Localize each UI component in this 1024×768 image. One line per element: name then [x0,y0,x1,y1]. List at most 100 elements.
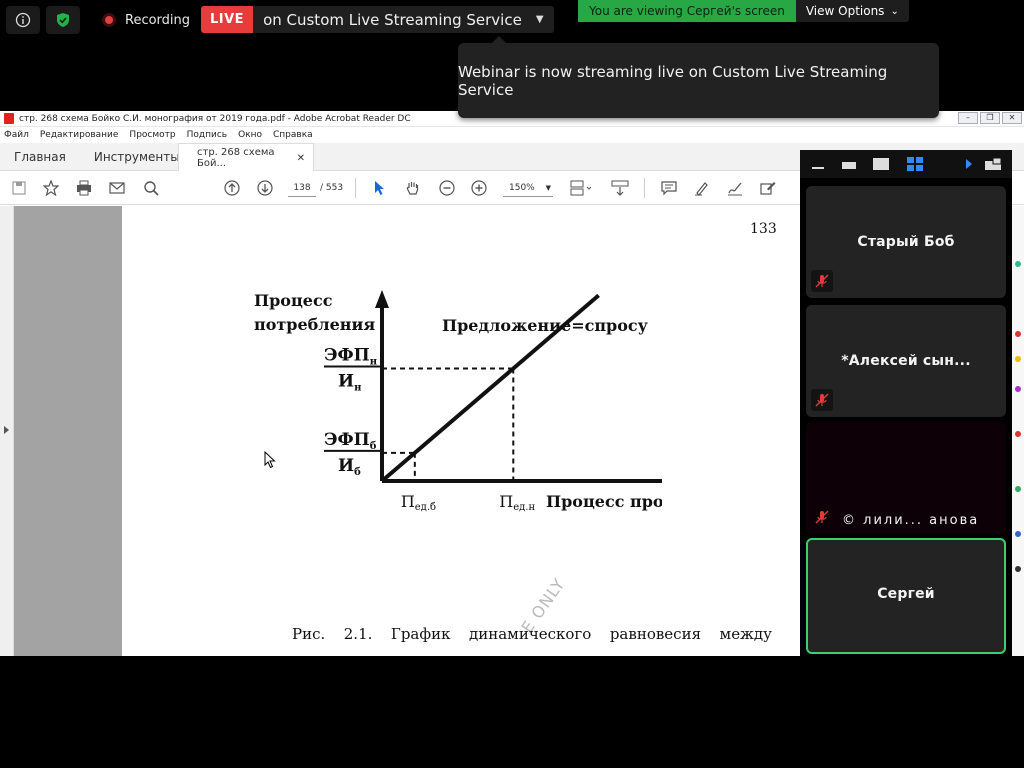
select-cursor-icon[interactable] [371,179,389,197]
chevron-down-icon: ▼ [545,183,551,192]
speaker-view-icon[interactable] [873,157,889,171]
participant-name: *Алексей сын... [841,353,971,369]
save-icon[interactable] [10,179,28,197]
participants-panel: Старый Боб *Алексей сын... © лили... ано… [800,150,1012,656]
bookmark-star-icon[interactable] [42,179,60,197]
window-controls: – ❐ ✕ [958,112,1022,124]
caption-word: динамического [468,625,592,643]
streaming-notification: Webinar is now streaming live on Custom … [458,36,939,118]
email-icon[interactable] [108,179,126,197]
play-arrow-icon[interactable] [965,157,973,171]
recording-indicator[interactable]: Recording [96,6,190,34]
page-down-icon[interactable] [256,179,274,197]
x-tick-label: Пед.н [499,492,535,513]
tool-dot-icon[interactable] [1015,331,1021,337]
tool-dot-icon[interactable] [1015,531,1021,537]
menu-window[interactable]: Окно [238,130,262,140]
gallery-view-icon[interactable] [907,157,923,171]
caption-word: между [719,625,772,643]
tab-document[interactable]: стр. 268 схема Бой... ✕ [178,143,314,172]
tool-dot-icon[interactable] [1015,356,1021,362]
menu-file[interactable]: Файл [4,130,29,140]
zoom-level-select[interactable]: 150% ▼ [503,179,553,197]
y-axis-title-line: потребления [254,315,375,334]
meeting-info-button[interactable] [6,6,40,34]
menu-edit[interactable]: Редактирование [40,130,119,140]
page-layout-icon[interactable] [568,179,596,197]
close-window-button[interactable]: ✕ [1002,112,1022,124]
page-number-text: 133 [750,221,777,237]
hand-tool-icon[interactable] [404,179,422,197]
live-stream-label: on Custom Live Streaming Service [263,10,522,29]
toolbar-divider [355,178,356,198]
participant-name: Сергей [877,586,935,602]
shield-check-icon [57,13,69,27]
record-dot-icon [102,13,116,27]
tab-tools[interactable]: Инструменты [80,143,194,171]
expand-arrow-icon [4,426,9,434]
muted-mic-icon [811,389,833,411]
participant-tile[interactable]: Старый Боб [806,186,1006,298]
pdf-icon [4,113,14,124]
fill-sign-icon[interactable] [759,179,777,197]
tool-dot-icon[interactable] [1015,486,1021,492]
highlight-pen-icon[interactable] [693,179,711,197]
equilibrium-chart: Пед.б ЭФПб Иб Пед.н ЭФПн Ин Процесс потребления… [254,290,662,513]
tool-dot-icon[interactable] [1015,566,1021,572]
y-axis-arrow [375,290,389,308]
scroll-mode-icon[interactable] [611,179,629,197]
sign-icon[interactable] [726,179,744,197]
page-up-icon[interactable] [223,179,241,197]
tool-dot-icon[interactable] [1015,261,1021,267]
document-tab-label: стр. 268 схема Бой... [197,147,275,169]
mouse-cursor-icon [264,451,276,469]
participant-name: Старый Боб [857,234,955,250]
menu-help[interactable]: Справка [273,130,313,140]
minimize-button[interactable]: – [958,112,978,124]
view-options-label: View Options [805,4,885,18]
zoom-in-icon[interactable] [470,179,488,197]
pop-out-icon[interactable] [985,157,1001,171]
page-total-label: / 553 [320,183,344,193]
figure-caption: Рис. 2.1. График динамического равновеси… [292,625,772,643]
x-axis-title: Процесс производства [546,492,662,511]
encryption-button[interactable] [46,6,80,34]
acrobat-window-title: стр. 268 схема Бойко С.И. монография от … [19,113,411,124]
strip-view-icon[interactable] [842,157,856,171]
live-stream-menu[interactable]: LIVE on Custom Live Streaming Service ▼ [201,6,554,33]
caret-down-icon: ▼ [535,14,544,25]
live-badge: LIVE [201,6,254,33]
minimize-video-icon[interactable] [812,157,824,171]
participant-tile[interactable]: *Алексей сын... [806,305,1006,417]
navigation-pane-toggle[interactable] [0,206,14,656]
close-tab-icon[interactable]: ✕ [297,153,305,164]
right-tool-strip [1012,206,1024,656]
y-tick-numerator: ЭФПн [324,346,377,368]
active-speaker-tile[interactable]: Сергей [806,538,1006,654]
caption-word: 2.1. [343,625,373,643]
meeting-top-bar: Recording LIVE on Custom Live Streaming … [0,0,1024,42]
tool-dot-icon[interactable] [1015,431,1021,437]
print-icon[interactable] [75,179,93,197]
x-tick-label: Пед.б [401,492,436,513]
toolbar-divider [644,178,645,198]
view-options-button[interactable]: View Options ⌄ [795,0,909,22]
tab-home[interactable]: Главная [0,143,80,171]
chevron-down-icon: ⌄ [890,5,899,17]
zoom-out-icon[interactable] [438,179,456,197]
participant-tile[interactable]: © лили... анова [806,422,1006,534]
view-layout-bar [800,150,1012,178]
menu-view[interactable]: Просмотр [129,130,175,140]
restore-button[interactable]: ❐ [980,112,1000,124]
page-number-input[interactable]: 138 [288,179,316,197]
viewing-screen-label: You are viewing Сергей's screen [578,0,796,22]
comment-icon[interactable] [660,179,678,197]
tool-dot-icon[interactable] [1015,386,1021,392]
search-icon[interactable] [142,179,160,197]
y-tick-denominator: Ин [338,372,361,394]
y-tick-numerator: ЭФПб [324,430,377,452]
y-axis-title-line: Процесс [254,291,333,310]
menu-sign[interactable]: Подпись [187,130,227,140]
screen-share-banner: You are viewing Сергей's screen View Opt… [578,0,909,22]
streaming-notification-text: Webinar is now streaming live on Custom … [458,62,888,99]
